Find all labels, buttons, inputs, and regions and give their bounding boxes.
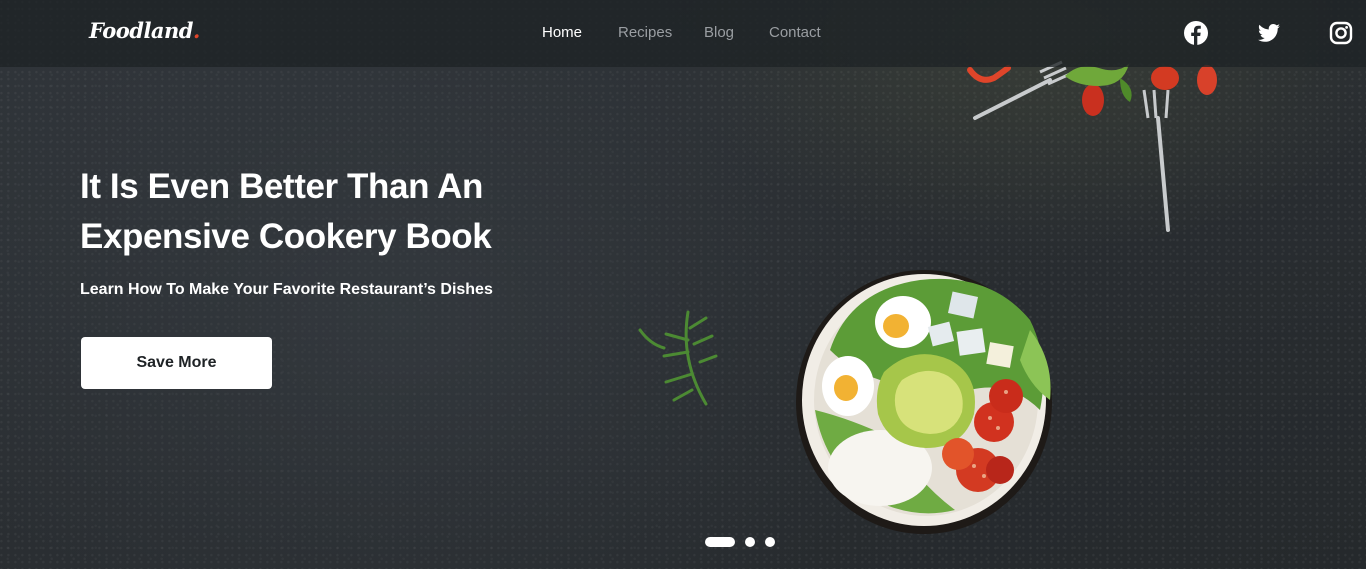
nav-link-blog[interactable]: Blog [704,24,734,41]
twitter-icon[interactable] [1257,21,1281,45]
brand-dot: . [193,18,200,43]
nav-link-contact[interactable]: Contact [769,24,821,41]
slider-dot[interactable] [765,537,775,547]
slider-dot-active[interactable] [705,537,735,547]
nav-link-home[interactable]: Home [542,24,582,41]
brand-logo[interactable]: Foodland. [89,18,200,43]
facebook-icon[interactable] [1184,21,1208,45]
top-navbar: Foodland. Home Recipes Blog Contact [0,0,1366,67]
nav-link-recipes[interactable]: Recipes [618,24,672,41]
brand-name: Foodland [89,18,194,43]
hero-section: Foodland. Home Recipes Blog Contact It I… [0,0,1366,569]
hero-subheadline: Learn How To Make Your Favorite Restaura… [80,281,493,298]
hero-headline: It Is Even Better Than An Expensive Cook… [80,167,492,256]
slider-dot[interactable] [745,537,755,547]
save-more-button[interactable]: Save More [81,337,272,389]
instagram-icon[interactable] [1329,21,1353,45]
